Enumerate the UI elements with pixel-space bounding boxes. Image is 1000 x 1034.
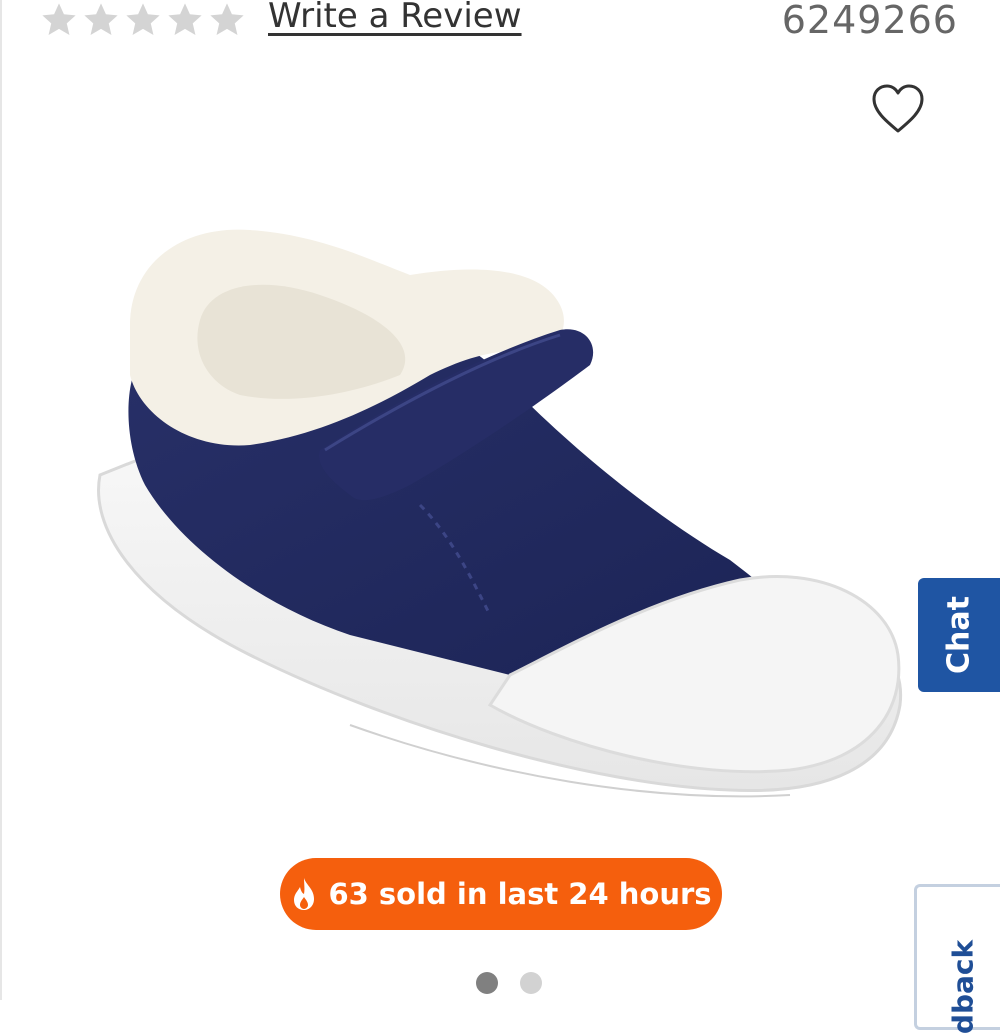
feedback-tab[interactable]: dback	[914, 884, 1000, 1034]
carousel-pagination	[476, 972, 542, 994]
write-review-link[interactable]: Write a Review	[268, 0, 522, 36]
heart-outline-icon	[872, 84, 924, 133]
carousel-dot-2[interactable]	[520, 972, 542, 994]
sold-count-badge: 63 sold in last 24 hours	[280, 858, 722, 930]
flame-icon	[294, 878, 315, 910]
rating-stars[interactable]	[40, 0, 246, 40]
star-icon	[40, 1, 78, 39]
favorite-button[interactable]	[870, 82, 926, 136]
product-id: 6249266	[781, 0, 958, 42]
sold-count-text: 63 sold in last 24 hours	[328, 877, 712, 911]
carousel-dot-1[interactable]	[476, 972, 498, 994]
shoe-illustration	[97, 229, 903, 798]
star-icon	[208, 1, 246, 39]
star-icon	[166, 1, 204, 39]
chat-tab[interactable]: Chat	[918, 578, 1000, 692]
star-icon	[82, 1, 120, 39]
page-divider	[0, 0, 2, 1000]
chat-label: Chat	[941, 596, 977, 674]
feedback-label: dback	[946, 939, 980, 1034]
star-icon	[124, 1, 162, 39]
product-image[interactable]	[90, 205, 920, 815]
